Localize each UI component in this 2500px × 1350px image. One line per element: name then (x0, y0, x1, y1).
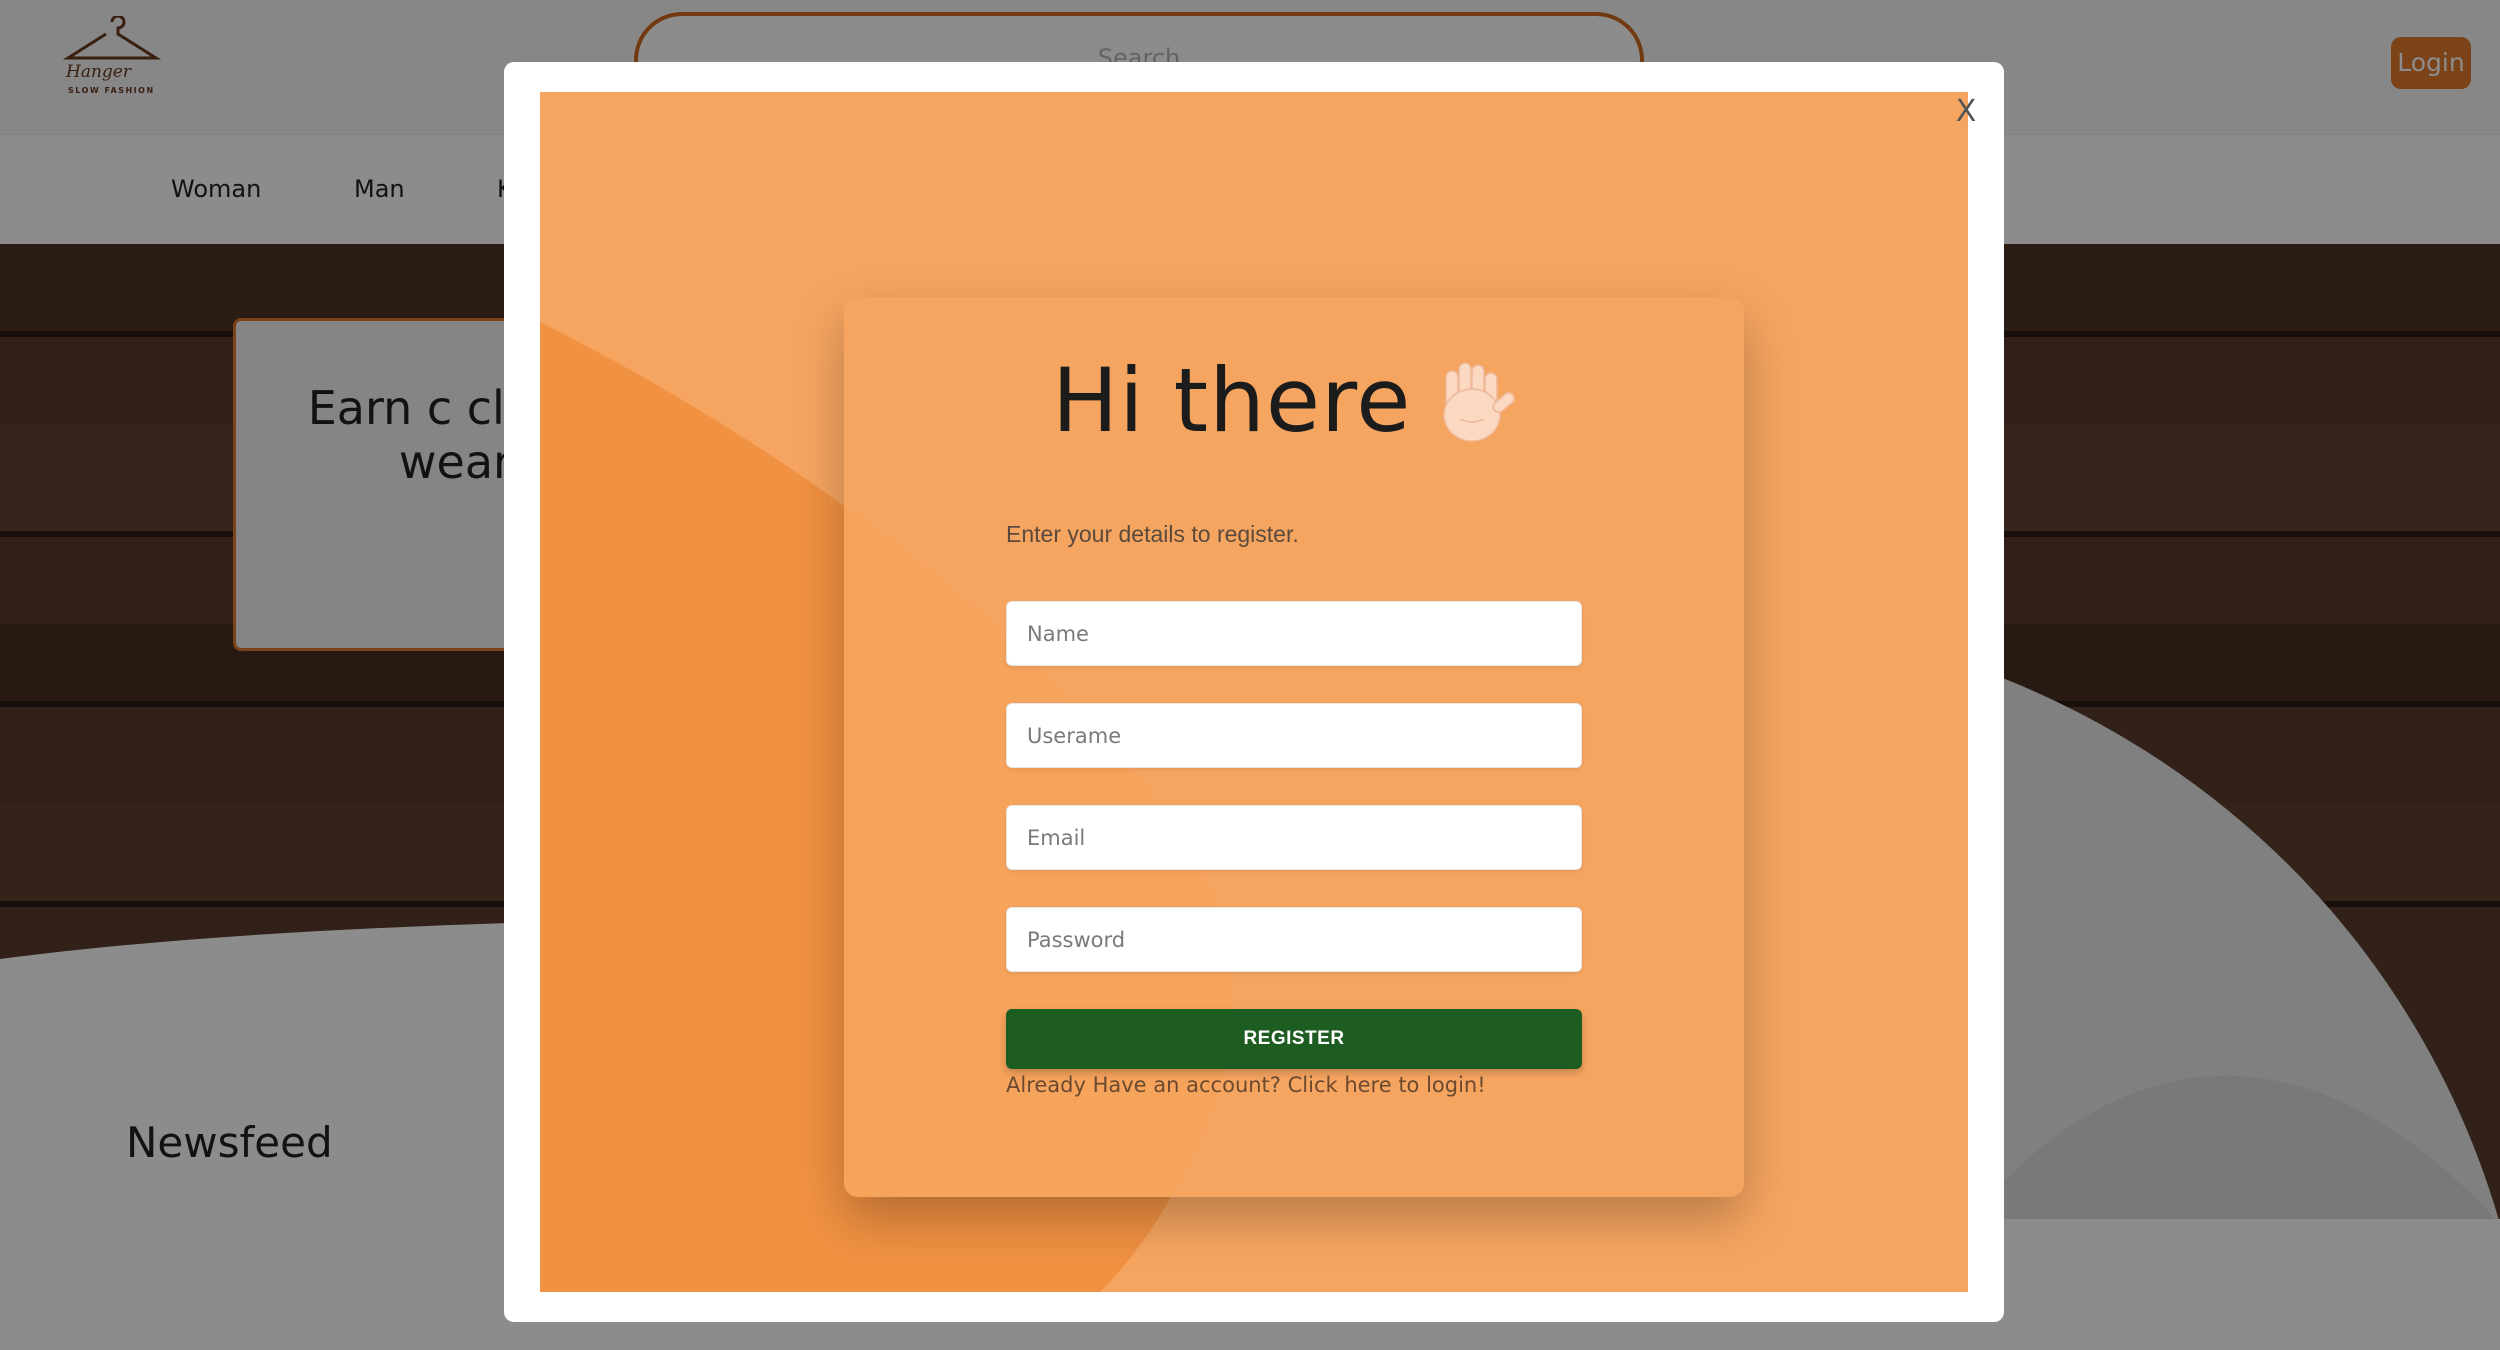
greeting-title: Hi there (1052, 349, 1412, 452)
name-input[interactable] (1007, 602, 1581, 665)
register-modal: Hi there Enter your details to register. (504, 62, 2004, 1322)
waving-hand-icon (1443, 362, 1515, 442)
email-input[interactable] (1007, 806, 1581, 869)
password-field (1006, 907, 1582, 972)
register-subtitle: Enter your details to register. (1006, 521, 1299, 547)
username-field (1006, 703, 1582, 768)
username-input[interactable] (1007, 704, 1581, 767)
register-card: Hi there Enter your details to register. (844, 297, 1744, 1197)
register-button[interactable]: REGISTER (1006, 1009, 1582, 1069)
name-field (1006, 601, 1582, 666)
close-icon[interactable]: X (1946, 92, 1986, 132)
login-link[interactable]: Already Have an account? Click here to l… (1006, 1073, 1486, 1097)
password-input[interactable] (1007, 908, 1581, 971)
modal-content: Hi there Enter your details to register. (540, 92, 1968, 1292)
email-field (1006, 805, 1582, 870)
